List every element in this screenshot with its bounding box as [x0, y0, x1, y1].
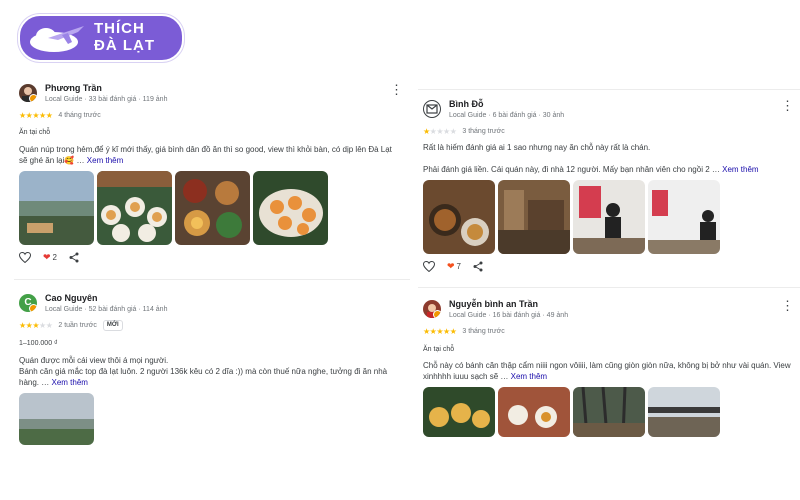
local-guide-badge-icon [29, 304, 37, 312]
star-rating: ★★★★★ [423, 126, 457, 136]
review-photo[interactable] [423, 387, 495, 437]
review-text-content: Rất là hiếm đánh giá ai 1 sao nhưng nay … [423, 143, 720, 174]
avatar[interactable] [19, 84, 37, 102]
reviewer-name[interactable]: Nguyễn bình an Trần [449, 299, 538, 310]
dining-tag: Ăn tại chỗ [19, 129, 51, 136]
review-date: 2 tuần trước [58, 321, 97, 329]
more-options-icon[interactable]: ⋮ [390, 83, 403, 96]
see-more-link[interactable]: Xem thêm [87, 156, 123, 165]
reviewer-meta: Local Guide · 33 bài đánh giá · 119 ảnh [45, 96, 168, 103]
local-guide-badge-icon [433, 310, 441, 318]
see-more-link[interactable]: Xem thêm [722, 165, 758, 174]
review-text: Quán núp trong hẻm,để ý kĩ mới thấy, giá… [19, 144, 401, 166]
reviewer-name[interactable]: Bình Đỗ [449, 99, 484, 110]
avatar[interactable] [423, 300, 441, 318]
more-options-icon[interactable]: ⋮ [781, 299, 794, 312]
review-photo[interactable] [97, 171, 172, 245]
review-photo[interactable] [573, 387, 645, 437]
star-rating: ★★★★★ [423, 326, 457, 336]
review-card: Nguyễn bình an Trần Local Guide · 16 bài… [418, 296, 800, 437]
airplane-cloud-logo-icon [30, 26, 84, 52]
star-rating: ★★★★★ [19, 110, 53, 120]
review-date: 4 tháng trước [58, 111, 101, 119]
divider [418, 287, 800, 288]
review-date: 3 tháng trước [462, 327, 505, 335]
brand-line-1: THÍCH [94, 20, 145, 37]
review-photo[interactable] [648, 180, 720, 254]
review-text-content: Quán núp trong hẻm,để ý kĩ mới thấy, giá… [19, 145, 392, 165]
review-photos [423, 180, 800, 254]
reaction-count: 2 [52, 253, 57, 262]
heart-reaction-icon: ❤ [43, 252, 51, 262]
divider [418, 89, 800, 90]
share-icon[interactable] [69, 252, 79, 263]
review-text: Chỗ này có bánh căn thập cẩm niiii ngon … [423, 360, 792, 382]
review-text-content: Chỗ này có bánh căn thập cẩm niiii ngon … [423, 361, 791, 381]
review-photo[interactable] [498, 180, 570, 254]
reviewer-meta: Local Guide · 16 bài đánh giá · 49 ảnh [449, 312, 569, 319]
divider [14, 279, 410, 280]
review-card: C Cao Nguyên Local Guide · 52 bài đánh g… [14, 290, 409, 445]
review-photos [423, 387, 800, 437]
reviewer-name[interactable]: Phương Trần [45, 83, 102, 94]
reviewer-meta: Local Guide · 52 bài đánh giá · 114 ảnh [45, 306, 168, 313]
review-photo[interactable] [19, 393, 94, 445]
see-more-link[interactable]: Xem thêm [511, 372, 547, 381]
review-photos [19, 171, 409, 245]
more-options-icon[interactable]: ⋮ [781, 99, 794, 112]
sad-reaction-icon: ❤ [447, 261, 455, 271]
thich-da-lat-logo: THÍCH ĐÀ LẠT [18, 14, 184, 62]
avatar[interactable] [423, 100, 441, 118]
local-guide-badge-icon [29, 94, 37, 102]
review-card: Phương Trần Local Guide · 33 bài đánh gi… [14, 80, 409, 263]
review-photos [19, 393, 409, 445]
reviewer-name[interactable]: Cao Nguyên [45, 293, 98, 304]
brand-line-2: ĐÀ LẠT [94, 37, 155, 54]
review-text: Quán được mỗi cái view thôi á mọi người.… [19, 355, 401, 388]
review-card: Bình Đỗ Local Guide · 6 bài đánh giá · 3… [418, 96, 800, 272]
review-photo[interactable] [19, 171, 94, 245]
price-range: 1–100.000 ₫ [19, 340, 58, 347]
review-photo[interactable] [573, 180, 645, 254]
review-text: Rất là hiếm đánh giá ai 1 sao nhưng nay … [423, 142, 792, 175]
review-date: 3 tháng trước [462, 127, 505, 135]
like-icon[interactable] [19, 252, 31, 263]
review-photo[interactable] [423, 180, 495, 254]
review-photo[interactable] [175, 171, 250, 245]
share-icon[interactable] [473, 261, 483, 272]
new-badge: MỚI [102, 319, 123, 331]
see-more-link[interactable]: Xem thêm [51, 378, 87, 387]
star-rating: ★★★★★ [19, 320, 53, 330]
review-photo[interactable] [498, 387, 570, 437]
review-photo[interactable] [253, 171, 328, 245]
reaction-count: 7 [456, 262, 461, 271]
avatar[interactable]: C [19, 294, 37, 312]
dining-tag: Ăn tại chỗ [423, 346, 455, 353]
review-photo[interactable] [648, 387, 720, 437]
like-icon[interactable] [423, 261, 435, 272]
reviewer-meta: Local Guide · 6 bài đánh giá · 30 ảnh [449, 112, 565, 119]
